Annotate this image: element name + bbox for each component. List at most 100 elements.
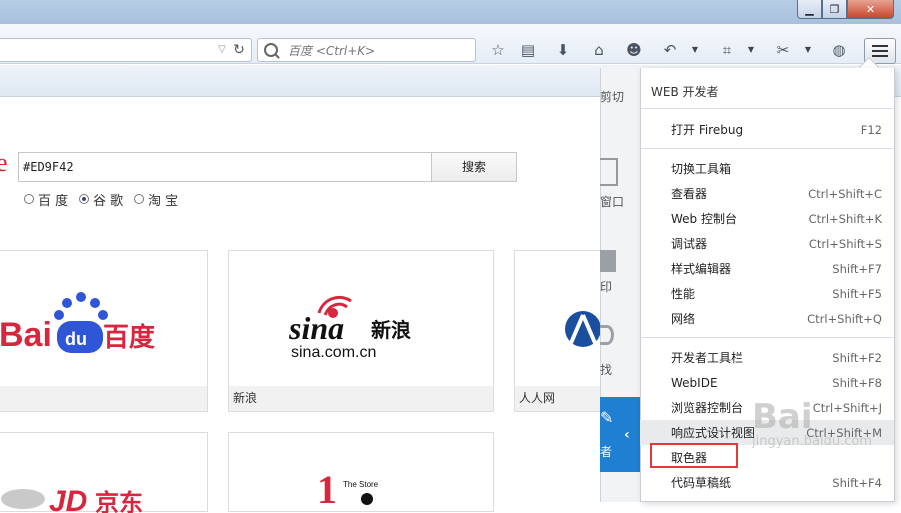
window-titlebar (0, 0, 901, 24)
close-window-button[interactable]: ✕ (847, 0, 894, 19)
jd-logo: JD 京东 (1, 485, 143, 513)
menu-item-label: 样式编辑器 (671, 262, 732, 276)
menu-item-scratchpad[interactable]: 代码草稿纸 Shift+F4 (640, 470, 894, 495)
crop-dropdown-icon[interactable]: ▼ (746, 39, 756, 61)
globe-icon[interactable]: ◍ (828, 39, 850, 61)
maximize-button[interactable]: ❐ (822, 0, 847, 19)
store-logo: 1 The Store (317, 467, 379, 507)
chevron-left-icon: ‹ (624, 427, 630, 443)
menu-item-shortcut: Ctrl+Shift+Q (807, 311, 882, 326)
menu-item-webide[interactable]: WebIDE Shift+F8 (640, 370, 894, 395)
menu-item-label: 查看器 (671, 187, 708, 201)
menu-item-label: 调试器 (671, 237, 708, 251)
engine-radio-baidu[interactable]: 百 度 (24, 190, 69, 209)
menu-item-shortcut: Shift+F7 (832, 261, 882, 276)
reader-icon[interactable]: ▤ (517, 39, 539, 61)
smiley-icon[interactable]: ☻ (623, 39, 645, 61)
menu-item-debugger[interactable]: 调试器 Ctrl+Shift+S (640, 231, 894, 256)
brand-logo-fragment: e (0, 148, 8, 177)
search-bar[interactable]: 百度 <Ctrl+K> (257, 38, 476, 62)
menu-item-label: 代码草稿纸 (671, 476, 732, 490)
menu-separator (640, 337, 894, 338)
menu-item-shortcut: Ctrl+Shift+C (808, 186, 882, 201)
screenshot-dropdown-icon[interactable]: ▼ (803, 39, 813, 61)
svg-text:sina: sina (289, 310, 344, 346)
menu-item-shortcut: Ctrl+Shift+S (808, 236, 882, 251)
menu-item-label: 开发者工具栏 (671, 351, 744, 365)
menu-item-performance[interactable]: 性能 Shift+F5 (640, 281, 894, 306)
print-label[interactable]: 印 (600, 278, 640, 295)
menu-item-web-console[interactable]: Web 控制台 Ctrl+Shift+K (640, 206, 894, 231)
svg-text:京东: 京东 (95, 489, 143, 513)
tile-caption (0, 386, 207, 411)
menu-item-toggle-toolbox[interactable]: 切换工具箱 (640, 156, 894, 181)
star-icon[interactable]: ☆ (487, 39, 509, 61)
svg-text:新浪: 新浪 (371, 318, 411, 342)
site-tile-renren[interactable]: 人人网 (514, 250, 614, 412)
tile-caption: 新浪 (229, 386, 493, 411)
new-window-label[interactable]: 窗口 (600, 193, 640, 210)
engine-label: 淘 宝 (148, 193, 179, 209)
menu-item-label: 切换工具箱 (671, 162, 732, 176)
watermark-site: jingyan.baidu.com (752, 434, 872, 449)
engine-radio-google[interactable]: 谷 歌 (79, 190, 123, 209)
menu-item-label: 打开 Firebug (671, 123, 744, 137)
highlight-annotation-box (650, 443, 738, 468)
radio-icon (134, 194, 144, 204)
site-tile-jd[interactable]: JD 京东 (0, 432, 208, 513)
menu-item-shortcut: Shift+F4 (832, 475, 882, 490)
svg-text:sina.com.cn: sina.com.cn (291, 344, 376, 361)
menu-item-label: 网络 (671, 312, 696, 326)
submenu-title: WEB 开发者 (651, 85, 719, 99)
engine-radio-taobao[interactable]: 淘 宝 (134, 190, 179, 209)
wrench-icon: ✎ (600, 408, 614, 427)
query-input[interactable]: #ED9F42 (18, 152, 432, 182)
developer-label: 者 (600, 445, 613, 459)
radio-checked-icon (79, 194, 89, 204)
menu-item-shortcut: Shift+F2 (832, 350, 882, 365)
menu-item-style-editor[interactable]: 样式编辑器 Shift+F7 (640, 256, 894, 281)
cut-label[interactable]: 剪切 (600, 88, 640, 105)
baidu-logo: Bai du 百度 (0, 292, 155, 354)
download-icon[interactable]: ⬇ (552, 39, 574, 61)
minimize-button[interactable]: ▁ (797, 0, 822, 19)
menu-item-network[interactable]: 网络 Ctrl+Shift+Q (640, 306, 894, 331)
screenshot-icon[interactable]: ✂ (772, 39, 794, 61)
svg-text:du: du (65, 329, 87, 349)
menu-separator (640, 108, 894, 109)
svg-text:The Store: The Store (343, 480, 379, 489)
undo-dropdown-icon[interactable]: ▼ (690, 39, 700, 61)
watermark-logo: Bai (752, 397, 813, 437)
site-tile-store[interactable]: 1 The Store (228, 432, 494, 512)
search-icon (264, 43, 278, 57)
menu-item-label: 浏览器控制台 (671, 401, 744, 415)
menu-item-developer-toolbar[interactable]: 开发者工具栏 Shift+F2 (640, 345, 894, 370)
radio-icon (24, 194, 34, 204)
menu-item-shortcut: F12 (860, 122, 882, 137)
site-tile-baidu[interactable]: Bai du 百度 (0, 250, 208, 412)
sina-logo: sina 新浪 sina.com.cn (289, 296, 411, 361)
engine-label: 百 度 (38, 193, 69, 209)
reload-icon[interactable]: ↻ (231, 41, 247, 59)
baidu-jingyan-watermark: Bai jingyan.baidu.com (752, 400, 901, 460)
site-tile-sina[interactable]: sina 新浪 sina.com.cn 新浪 (228, 250, 494, 412)
menu-item-label: 响应式设计视图 (671, 426, 756, 440)
menu-item-label: WebIDE (671, 375, 718, 390)
find-label[interactable]: 找 (600, 361, 640, 378)
crop-icon[interactable]: ⌗ (716, 39, 738, 61)
url-history-dropdown-icon[interactable]: ▽ (215, 42, 229, 58)
menu-separator (640, 148, 894, 149)
menu-item-shortcut: Shift+F5 (832, 286, 882, 301)
menu-item-inspector[interactable]: 查看器 Ctrl+Shift+C (640, 181, 894, 206)
print-icon (600, 250, 616, 272)
undo-icon[interactable]: ↶ (659, 39, 681, 61)
svg-text:百度: 百度 (103, 322, 155, 353)
home-icon[interactable]: ⌂ (588, 39, 610, 61)
svg-text:1: 1 (317, 467, 337, 507)
search-button[interactable]: 搜索 (431, 152, 517, 182)
tile-caption: 人人网 (515, 386, 613, 411)
svg-text:Bai: Bai (0, 316, 52, 354)
renren-logo (565, 311, 601, 347)
menu-item-open-firebug[interactable]: 打开 Firebug F12 (640, 117, 894, 142)
svg-text:JD: JD (49, 485, 87, 513)
